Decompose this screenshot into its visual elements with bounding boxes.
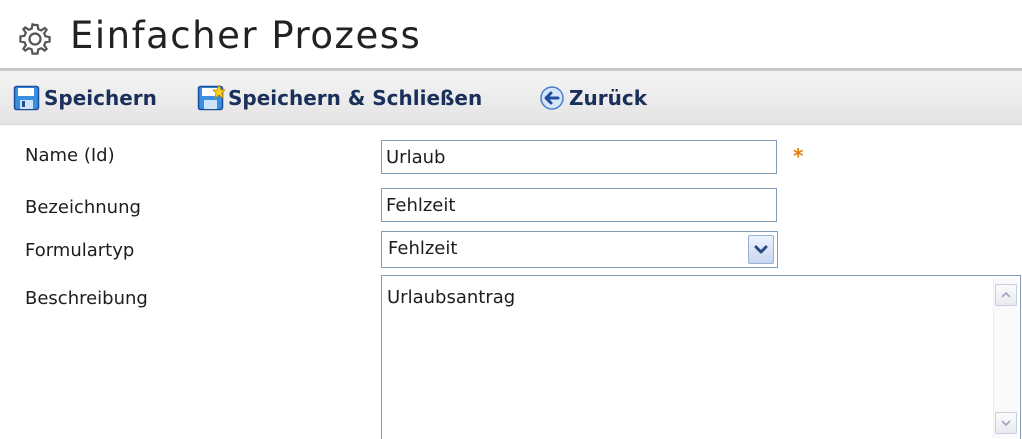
chevron-down-icon [1001,420,1011,427]
formulartyp-select[interactable]: Fehlzeit [381,231,778,268]
back-arrow-icon [540,86,564,110]
chevron-down-icon [754,245,768,254]
required-marker: * [793,144,804,168]
beschreibung-label: Beschreibung [25,288,148,309]
scroll-down-button[interactable] [995,412,1017,434]
gear-icon [19,23,51,55]
formulartyp-selected-value: Fehlzeit [388,238,458,259]
save-and-close-button[interactable]: Speichern & Schließen [197,84,482,112]
floppy-disk-icon [13,85,40,111]
back-button-label: Zurück [569,86,647,110]
save-and-close-button-label: Speichern & Schließen [228,86,483,110]
beschreibung-textarea[interactable]: Urlaubsantrag [381,275,1021,439]
page-title: Einfacher Prozess [70,14,422,57]
toolbar: Speichern Speichern & Schließen Zurück [0,71,1022,125]
formulartyp-label: Formulartyp [25,240,135,261]
name-id-input[interactable] [381,140,777,174]
title-bar: Einfacher Prozess [0,0,1022,68]
bezeichnung-input[interactable] [381,188,777,222]
dropdown-button[interactable] [748,235,774,264]
textarea-scrollbar[interactable] [993,278,1018,438]
save-button[interactable]: Speichern [13,84,157,112]
chevron-up-icon [1001,291,1011,298]
save-button-label: Speichern [44,86,157,110]
beschreibung-value: Urlaubsantrag [387,287,516,308]
back-button[interactable]: Zurück [538,84,647,112]
bezeichnung-label: Bezeichnung [25,197,141,218]
name-id-label: Name (Id) [25,145,115,166]
floppy-disk-star-icon [197,85,225,111]
scroll-up-button[interactable] [995,284,1017,306]
